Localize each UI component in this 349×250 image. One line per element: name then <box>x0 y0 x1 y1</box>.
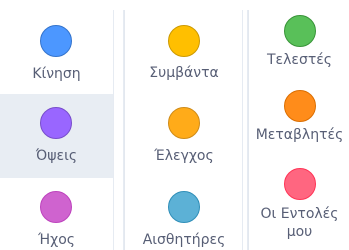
category-variables[interactable]: Μεταβλητές <box>249 90 349 168</box>
category-operators[interactable]: Τελεστές <box>249 10 349 90</box>
category-label-motion: Κίνηση <box>32 66 81 82</box>
category-label-sound: Ήχος <box>37 232 76 248</box>
category-sensing[interactable]: Αισθητήρες <box>125 178 243 250</box>
variables-color-dot <box>284 90 316 122</box>
control-color-dot <box>168 107 200 139</box>
motion-color-dot <box>40 25 72 57</box>
category-label-events: Συμβάντα <box>149 65 219 81</box>
looks-color-dot <box>40 107 72 139</box>
my-blocks-color-dot <box>284 168 316 200</box>
category-label-control: Έλεγχος <box>154 148 214 164</box>
sensing-color-dot <box>168 191 200 223</box>
operators-color-dot <box>284 15 316 47</box>
category-sound[interactable]: Ήχος <box>0 178 113 250</box>
category-column-3: Τελεστές Μεταβλητές Οι Εντολές μου <box>248 10 349 250</box>
category-looks[interactable]: Όψεις <box>0 94 113 178</box>
category-column-1: Κίνηση Όψεις Ήχος <box>0 10 113 250</box>
category-control[interactable]: Έλεγχος <box>125 94 243 178</box>
category-label-operators: Τελεστές <box>266 52 333 68</box>
category-events[interactable]: Συμβάντα <box>125 10 243 94</box>
sound-color-dot <box>40 191 72 223</box>
events-color-dot <box>168 25 200 57</box>
category-label-my-blocks: Οι Εντολές μου <box>260 206 339 240</box>
category-column-2: Συμβάντα Έλεγχος Αισθητήρες <box>124 10 243 250</box>
category-label-sensing: Αισθητήρες <box>142 232 226 248</box>
category-menu: Κίνηση Όψεις Ήχος Συμβάντα Έλεγχος Αισθη… <box>0 0 349 250</box>
column-divider <box>242 10 243 250</box>
category-label-variables: Μεταβλητές <box>255 127 344 143</box>
category-motion[interactable]: Κίνηση <box>0 10 113 94</box>
column-divider <box>113 10 114 250</box>
category-label-looks: Όψεις <box>35 148 78 164</box>
category-my-blocks[interactable]: Οι Εντολές μου <box>249 168 349 250</box>
